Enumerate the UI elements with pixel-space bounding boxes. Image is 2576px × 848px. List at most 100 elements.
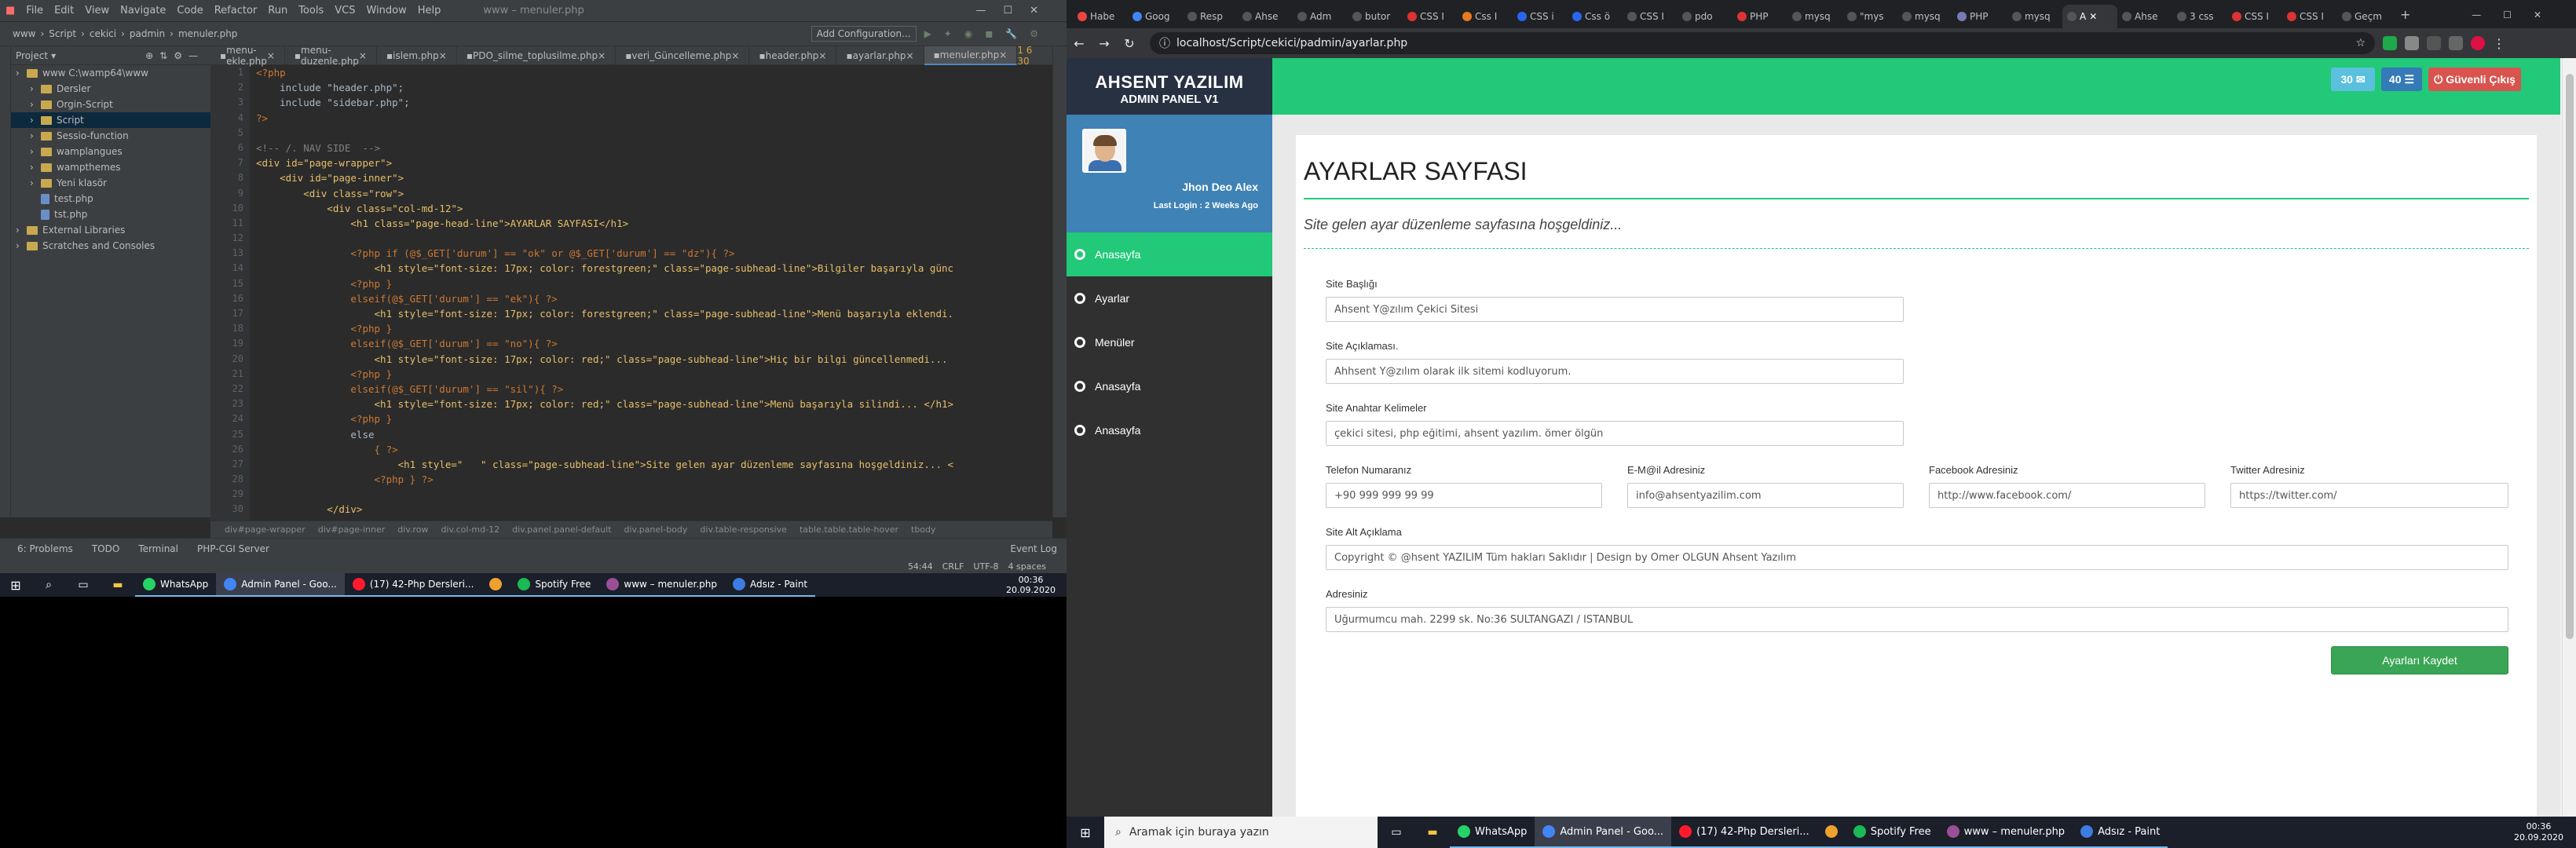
browser-tab[interactable]: Resp <box>1183 5 1238 28</box>
expand-arrow-icon[interactable]: › <box>30 162 41 173</box>
extension-icon[interactable] <box>2405 36 2419 50</box>
site-info-icon[interactable]: ⓘ <box>1159 35 1170 51</box>
taskbar-app[interactable]: Spotify Free <box>1845 817 1939 848</box>
html-breadcrumb-item[interactable]: div.row <box>391 525 434 535</box>
breadcrumb-item[interactable]: menuler.php <box>174 28 243 39</box>
code-line[interactable]: include "header.php"; <box>250 80 1052 95</box>
code-line[interactable]: <?php } <box>250 411 1052 426</box>
browser-tab[interactable]: pdo <box>1678 5 1733 28</box>
browser-tab[interactable]: Geçm <box>2337 5 2392 28</box>
code-line[interactable]: <h1 class="page-head-line">AYARLAR SAYFA… <box>250 216 1052 231</box>
taskbar-app[interactable]: Admin Panel - Goo... <box>1535 817 1672 848</box>
code-line[interactable]: <div class="col-md-12"> <box>250 201 1052 216</box>
code-line[interactable]: elseif(@$_GET['durum'] == "ek"){ ?> <box>250 291 1052 306</box>
email-input[interactable] <box>1627 483 1904 508</box>
project-tree-item[interactable]: test.php <box>11 191 210 207</box>
file-explorer-icon[interactable]: ▬ <box>101 573 135 597</box>
breadcrumb-item[interactable]: Script <box>44 28 81 39</box>
menu-item-navigate[interactable]: Navigate <box>115 5 171 16</box>
code-line[interactable]: <?php <box>250 65 1052 80</box>
code-line[interactable]: <h1 style="font-size: 17px; color: red;"… <box>250 397 1052 411</box>
site-keywords-input[interactable] <box>1326 421 1904 446</box>
menu-item-refactor[interactable]: Refactor <box>209 5 263 16</box>
expand-arrow-icon[interactable]: › <box>30 83 41 94</box>
code-line[interactable]: <?php } <box>250 367 1052 382</box>
address-bar[interactable]: ⓘ localhost/Script/cekici/padmin/ayarlar… <box>1150 32 2375 54</box>
project-panel-tools[interactable]: ⊕⇅⚙— <box>145 50 210 61</box>
browser-tab[interactable]: CSS I <box>2227 5 2282 28</box>
project-tree-item[interactable]: › Yeni klasör <box>11 175 210 191</box>
new-tab-icon[interactable]: + <box>2392 7 2418 28</box>
expand-arrow-icon[interactable]: › <box>16 240 27 251</box>
run-toolbar-icons[interactable]: ▶✦◉◼🔧⚙ <box>924 28 1051 39</box>
browser-tab[interactable]: PHP <box>1952 5 2007 28</box>
project-tree-item[interactable]: › Orgin-Script <box>11 97 210 112</box>
html-breadcrumb-item[interactable]: div#page-wrapper <box>218 525 312 535</box>
browser-tab[interactable]: A ✕ <box>2062 5 2117 28</box>
close-icon[interactable]: × <box>267 50 275 61</box>
taskbar-app[interactable]: www – menuler.php <box>1938 817 2073 848</box>
ide-window-controls[interactable]: —☐✕ <box>970 5 1067 16</box>
menu-item-file[interactable]: File <box>20 5 49 16</box>
browser-tab[interactable]: CSS I <box>2282 5 2337 28</box>
expand-arrow-icon[interactable]: › <box>30 146 41 157</box>
forward-icon[interactable]: → <box>1092 36 1117 51</box>
taskbar-app[interactable]: (17) 42-Php Dersleri... <box>1671 817 1817 848</box>
windows-start-icon[interactable]: ⊞ <box>0 573 31 597</box>
browser-tab[interactable]: Habe <box>1073 5 1128 28</box>
task-view-icon[interactable]: ▭ <box>66 573 101 597</box>
html-breadcrumb-item[interactable]: div.panel-body <box>618 525 694 535</box>
sidebar-item[interactable]: Ayarlar <box>1067 276 1272 320</box>
sidebar-item[interactable]: Anasayfa <box>1067 232 1272 276</box>
status-item[interactable]: CRLF <box>938 561 969 572</box>
code-line[interactable]: elseif(@$_GET['durum'] == "sil"){ ?> <box>250 382 1052 397</box>
code-line[interactable]: <?php } ?> <box>250 472 1052 487</box>
breadcrumb-item[interactable]: www <box>8 28 40 39</box>
back-icon[interactable]: ← <box>1067 36 1092 51</box>
project-tree-item[interactable]: › Dersler <box>11 81 210 97</box>
expand-arrow-icon[interactable]: › <box>30 99 41 110</box>
address-input[interactable] <box>1326 607 2508 632</box>
expand-arrow-icon[interactable]: › <box>30 130 41 141</box>
site-desc-input[interactable] <box>1326 359 1904 384</box>
browser-tab[interactable]: CSS i <box>1513 5 1568 28</box>
file-explorer-icon[interactable]: ▬ <box>1415 817 1450 848</box>
menu-item-run[interactable]: Run <box>262 5 293 16</box>
taskbar-app[interactable] <box>481 573 510 597</box>
browser-tab[interactable]: PHP <box>1733 5 1787 28</box>
menu-item-help[interactable]: Help <box>412 5 447 16</box>
code-line[interactable]: <h1 style="font-size: 17px; color: red;"… <box>250 352 1052 367</box>
tool-window-button[interactable]: Terminal <box>129 543 188 554</box>
browser-tab[interactable]: Ahse <box>1238 5 1293 28</box>
html-breadcrumb-item[interactable]: div#page-inner <box>312 525 392 535</box>
twitter-input[interactable] <box>2230 483 2508 508</box>
windows-start-icon[interactable]: ⊞ <box>1067 817 1104 848</box>
taskbar-app[interactable]: Adsız - Paint <box>724 573 816 597</box>
taskbar-app[interactable]: Spotify Free <box>510 573 599 597</box>
html-breadcrumb-item[interactable]: div.table-responsive <box>693 525 793 535</box>
close-icon[interactable]: × <box>359 50 367 61</box>
breadcrumb-item[interactable]: cekici <box>85 28 121 39</box>
browser-tab[interactable]: butor <box>1348 5 1403 28</box>
sidebar-item[interactable]: Menüler <box>1067 320 1272 364</box>
profile-avatar[interactable] <box>2471 36 2485 50</box>
html-breadcrumb-item[interactable]: div.col-md-12 <box>434 525 506 535</box>
taskbar-app[interactable]: (17) 42-Php Dersleri... <box>344 573 482 597</box>
code-editor[interactable]: <?php include "header.php"; include "sid… <box>250 65 1052 521</box>
expand-arrow-icon[interactable]: › <box>16 225 27 236</box>
phone-input[interactable] <box>1326 483 1602 508</box>
code-line[interactable]: <div class="row"> <box>250 186 1052 201</box>
code-line[interactable]: </div> <box>250 502 1052 517</box>
code-line[interactable]: <?php if (@$_GET['durum'] == "ok" or @$_… <box>250 246 1052 261</box>
project-tree-item[interactable]: › wampthemes <box>11 159 210 175</box>
browser-tab[interactable]: Goog <box>1128 5 1183 28</box>
code-line[interactable] <box>250 126 1052 141</box>
code-line[interactable]: ?> <box>250 111 1052 126</box>
tasks-button[interactable]: 40 ☰ <box>2381 68 2422 91</box>
code-line[interactable]: <div id="page-inner"> <box>250 170 1052 185</box>
menu-item-edit[interactable]: Edit <box>49 5 79 16</box>
taskbar-app[interactable]: WhatsApp <box>135 573 217 597</box>
tool-window-button[interactable]: TODO <box>82 543 129 554</box>
taskbar-app[interactable]: www – menuler.php <box>598 573 725 597</box>
taskbar-app[interactable] <box>1817 817 1846 848</box>
